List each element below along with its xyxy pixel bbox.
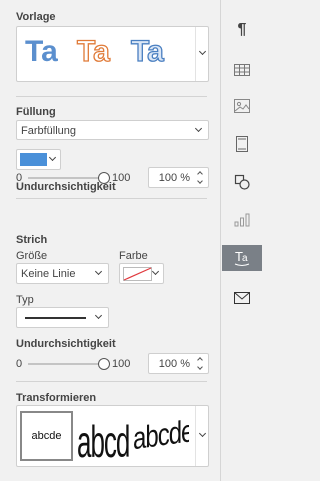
header-footer-icon[interactable] (229, 132, 255, 156)
transform-sample-wave-text: abcde (133, 413, 189, 458)
chevron-down-icon (198, 429, 207, 438)
stroke-color-picker[interactable] (119, 263, 164, 284)
stroke-type-label: Typ (16, 294, 34, 306)
transform-picker[interactable]: abcde abcde abcde (16, 405, 209, 467)
fill-slider-min: 0 (16, 172, 23, 184)
stroke-size-select[interactable]: Keine Linie (16, 263, 109, 284)
image-icon[interactable] (229, 94, 255, 118)
fill-opacity-value: 100 % (158, 172, 190, 184)
spin-down-icon[interactable] (197, 178, 203, 184)
fill-opacity-spinner[interactable]: 100 % (148, 167, 209, 188)
panel-controls: 0 100 100 % Strich Größe Keine Linie Far… (0, 0, 220, 481)
spin-down-icon[interactable] (197, 364, 203, 370)
separator (16, 381, 207, 382)
stroke-size-label: Größe (16, 250, 48, 262)
transform-dropdown-button[interactable] (195, 406, 209, 466)
stroke-size-value: Keine Linie (21, 268, 76, 280)
chevron-down-icon (151, 267, 160, 276)
stroke-opacity-slider-track[interactable] (28, 363, 104, 365)
chart-icon[interactable] (229, 208, 255, 232)
chevron-down-icon (94, 267, 103, 276)
solid-line-icon (25, 317, 86, 319)
fill-opacity-slider-track[interactable] (28, 177, 104, 179)
spin-up-icon[interactable] (197, 357, 203, 363)
paragraph-icon[interactable]: ¶ (229, 18, 255, 42)
fill-opacity-slider-thumb[interactable] (98, 172, 110, 184)
spin-up-icon[interactable] (197, 171, 203, 177)
stroke-color-label: Farbe (119, 250, 148, 262)
stroke-slider-max: 100 (112, 358, 131, 370)
mail-merge-icon[interactable] (229, 286, 255, 310)
transform-sample-stretch[interactable]: abcde (77, 410, 129, 462)
stroke-opacity-slider-thumb[interactable] (98, 358, 110, 370)
svg-text:a: a (242, 253, 248, 264)
fill-slider-max: 100 (112, 172, 131, 184)
table-icon[interactable] (229, 58, 255, 82)
transform-sample-stretch-text: abcde (77, 416, 129, 462)
no-color-swatch-icon (123, 267, 152, 281)
stroke-opacity-value: 100 % (158, 358, 190, 370)
shape-icon[interactable] (229, 170, 255, 194)
transform-sample-wave[interactable]: abcde (131, 410, 189, 462)
separator (16, 198, 207, 199)
transform-sample-none[interactable]: abcde (20, 411, 73, 461)
text-art-icon[interactable]: Ta (222, 245, 262, 271)
stroke-heading: Strich (16, 234, 48, 246)
transform-heading: Transformieren (16, 392, 97, 404)
stroke-type-select[interactable] (16, 307, 109, 328)
stroke-slider-min: 0 (16, 358, 23, 370)
right-toolbar: ¶ Ta (220, 0, 262, 481)
stroke-opacity-label: Undurchsichtigkeit (16, 338, 116, 350)
stroke-opacity-spinner[interactable]: 100 % (148, 353, 209, 374)
chevron-down-icon (94, 311, 103, 320)
